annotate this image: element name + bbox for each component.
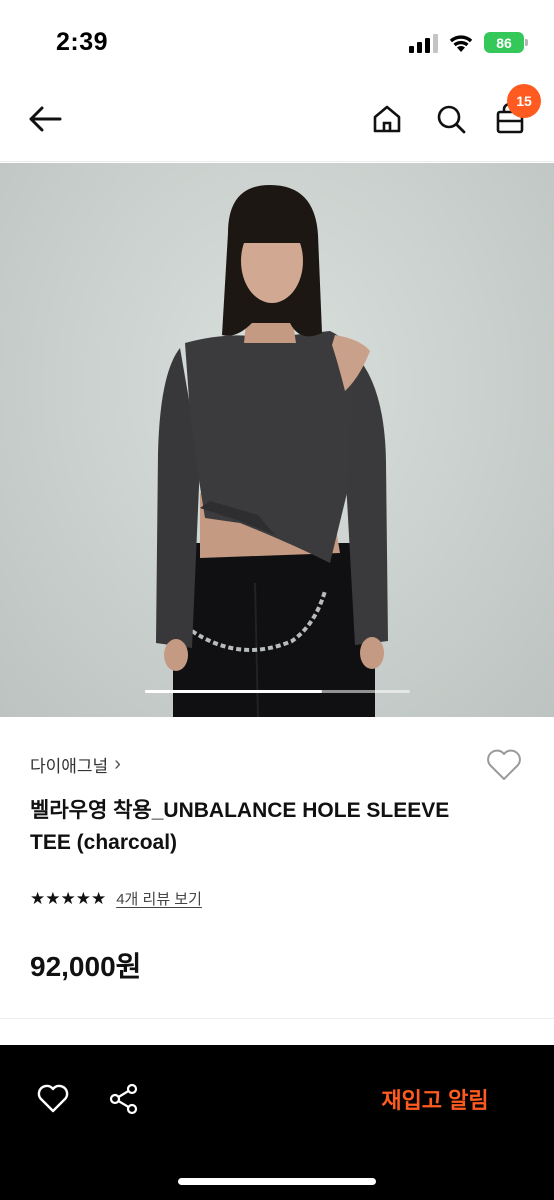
- review-link[interactable]: 4개 리뷰 보기: [116, 888, 202, 909]
- brand-link[interactable]: 다이애그널 ›: [30, 752, 121, 777]
- cart-count-badge: 15: [507, 84, 541, 118]
- image-carousel-indicator: [145, 690, 410, 693]
- bottom-wishlist-button[interactable]: [31, 1077, 75, 1121]
- wishlist-button[interactable]: [484, 745, 524, 785]
- status-icons: 86: [409, 32, 528, 53]
- home-icon: [373, 105, 401, 133]
- product-title: 벨라우영 착용_UNBALANCE HOLE SLEEVE TEE (charc…: [30, 799, 450, 854]
- wifi-icon: [449, 34, 473, 52]
- search-icon: [437, 105, 466, 134]
- heart-outline-icon: [487, 749, 521, 780]
- restock-alert-button[interactable]: 재입고 알림: [350, 1075, 520, 1123]
- divider: [0, 1018, 554, 1019]
- rating-row: ★★★★★ 4개 리뷰 보기: [30, 888, 202, 909]
- status-time: 2:39: [56, 28, 109, 56]
- search-button[interactable]: [428, 96, 474, 142]
- brand-name: 다이애그널: [30, 757, 109, 776]
- home-indicator[interactable]: [178, 1178, 376, 1185]
- back-button[interactable]: [22, 96, 68, 142]
- battery-icon: 86: [484, 32, 528, 53]
- top-nav: [0, 80, 554, 162]
- bottom-action-bar: 재입고 알림: [0, 1045, 554, 1200]
- arrow-left-icon: [29, 106, 62, 132]
- home-button[interactable]: [364, 96, 410, 142]
- image-carousel-progress: [145, 690, 322, 693]
- rating-stars-icon: ★★★★★: [30, 888, 107, 908]
- signal-icon: [409, 33, 438, 53]
- model-photo: [156, 185, 388, 717]
- heart-outline-icon: [37, 1084, 69, 1113]
- share-icon: [109, 1083, 138, 1115]
- battery-level: 86: [496, 34, 512, 51]
- product-image[interactable]: [0, 163, 554, 717]
- share-button[interactable]: [102, 1077, 146, 1121]
- product-price: 92,000원: [30, 951, 142, 982]
- chevron-right-icon: ›: [114, 753, 121, 775]
- status-bar: 2:39 86: [0, 0, 554, 80]
